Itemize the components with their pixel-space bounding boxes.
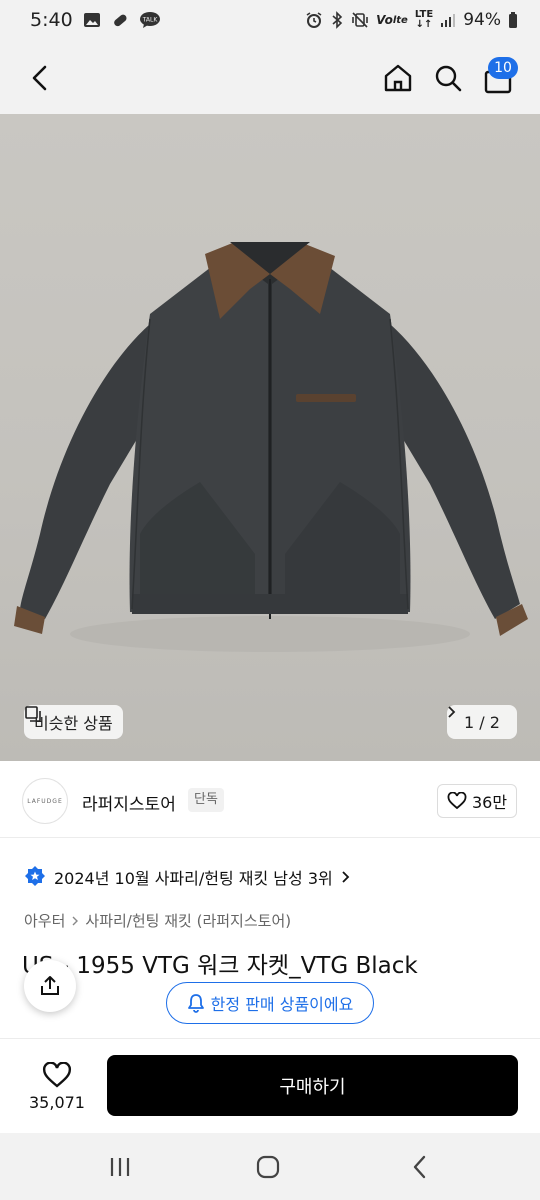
cart-count-badge: 10 bbox=[488, 57, 518, 79]
store-name[interactable]: 라퍼지스토어 bbox=[82, 790, 176, 815]
pager-text: 1 / 2 bbox=[464, 712, 500, 732]
breadcrumb-child[interactable]: 사파리/헌팅 재킷 (라퍼지스토어) bbox=[85, 910, 291, 931]
battery-percent: 94% bbox=[463, 10, 501, 30]
share-button[interactable] bbox=[24, 960, 76, 1012]
similar-products-button[interactable]: 비슷한 상품 bbox=[24, 705, 123, 739]
image-pager[interactable]: 1 / 2 bbox=[447, 705, 517, 739]
ranking-row[interactable]: 2024년 10월 사파리/헌팅 재킷 남성 3위 bbox=[24, 862, 351, 892]
product-image[interactable]: 비슷한 상품 1 / 2 bbox=[0, 114, 540, 761]
bluetooth-icon bbox=[330, 11, 344, 29]
ranking-text: 2024년 10월 사파리/헌팅 재킷 남성 3위 bbox=[54, 869, 333, 888]
back-arrow-icon bbox=[32, 65, 47, 91]
store-logo[interactable]: LAFUDGE bbox=[22, 778, 68, 824]
breadcrumb-parent[interactable]: 아우터 bbox=[24, 910, 65, 931]
similar-products-label: 비슷한 상품 bbox=[34, 714, 113, 733]
buy-button[interactable]: 구매하기 bbox=[107, 1055, 518, 1116]
status-time: 5:40 bbox=[30, 9, 73, 31]
exclusive-badge: 단독 bbox=[188, 788, 224, 812]
chevron-right-icon bbox=[448, 706, 456, 718]
heart-icon bbox=[447, 792, 467, 810]
search-button[interactable] bbox=[428, 58, 468, 98]
battery-icon bbox=[508, 11, 518, 29]
bell-icon bbox=[187, 994, 204, 1013]
jacket-product-photo bbox=[14, 242, 528, 652]
store-like-count: 36만 bbox=[471, 793, 508, 812]
product-like-count: 35,071 bbox=[29, 1093, 85, 1112]
store-like-button[interactable]: 36만 bbox=[437, 784, 517, 818]
signal-icon bbox=[440, 12, 456, 28]
product-like-button[interactable]: 35,071 bbox=[22, 1055, 92, 1119]
store-row: LAFUDGE 라퍼지스토어 단독 36만 bbox=[0, 770, 540, 838]
system-nav-bar bbox=[0, 1133, 540, 1200]
breadcrumb: 아우터 사파리/헌팅 재킷 (라퍼지스토어) bbox=[24, 910, 291, 931]
status-bar: 5:40 TALK Vo lte LTE ↓↑ 94% bbox=[0, 0, 540, 40]
volte-icon: Vo lte bbox=[376, 13, 408, 27]
home-button[interactable] bbox=[378, 58, 418, 98]
chevron-right-icon bbox=[342, 871, 349, 883]
system-home-button[interactable] bbox=[248, 1149, 288, 1185]
app-bar bbox=[0, 40, 540, 114]
back-button[interactable] bbox=[22, 60, 58, 96]
alarm-icon bbox=[305, 11, 323, 29]
talk-icon: TALK bbox=[139, 11, 161, 29]
purchase-bar: 35,071 구매하기 bbox=[0, 1038, 540, 1133]
gallery-icon bbox=[83, 11, 101, 29]
chevron-right-icon bbox=[72, 916, 79, 925]
vibrate-icon bbox=[351, 11, 369, 29]
ranking-badge-icon bbox=[25, 866, 45, 886]
share-icon bbox=[41, 976, 59, 995]
lte-icon: LTE ↓↑ bbox=[414, 9, 434, 30]
home-icon bbox=[384, 64, 412, 92]
system-back-button[interactable] bbox=[400, 1149, 440, 1185]
recents-icon bbox=[110, 1158, 130, 1176]
heart-icon bbox=[43, 1062, 71, 1088]
limited-sale-label: 한정 판매 상품이에요 bbox=[210, 995, 354, 1014]
product-title: US - 1955 VTG 워크 자켓_VTG Black bbox=[22, 953, 418, 979]
home-circle-icon bbox=[256, 1155, 280, 1179]
limited-sale-notice[interactable]: 한정 판매 상품이에요 bbox=[166, 982, 374, 1024]
store-logo-text: LAFUDGE bbox=[27, 797, 63, 805]
similar-icon bbox=[25, 706, 41, 722]
recents-button[interactable] bbox=[100, 1151, 140, 1183]
back-arrow-icon bbox=[413, 1155, 426, 1179]
link-icon bbox=[111, 11, 129, 29]
talk-label: TALK bbox=[141, 17, 158, 24]
search-icon bbox=[435, 65, 462, 92]
